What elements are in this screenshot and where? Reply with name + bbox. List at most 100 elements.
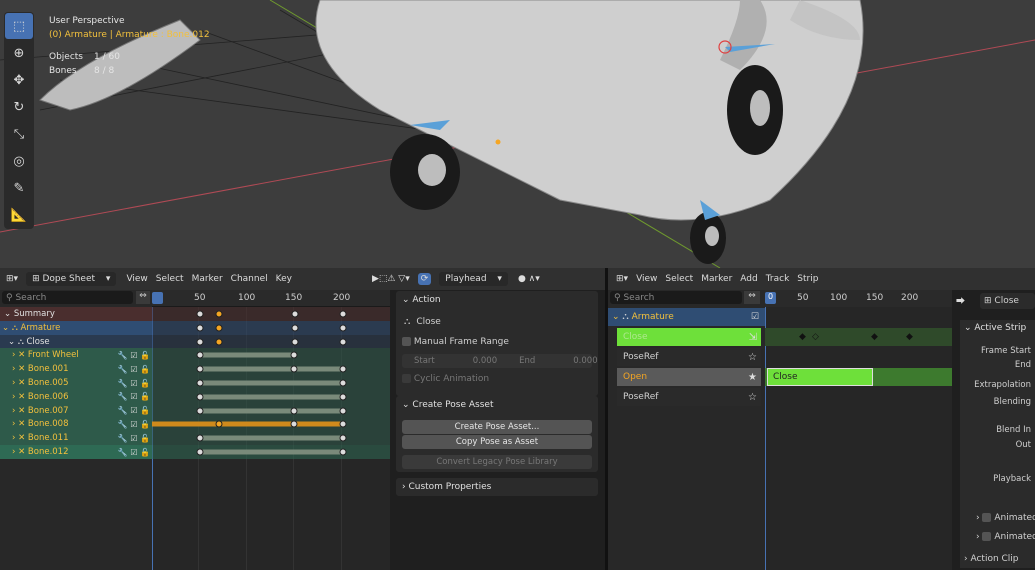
strip-tab-icon[interactable]: ⮕ bbox=[956, 294, 965, 307]
keyframe[interactable] bbox=[215, 324, 223, 332]
keyframe[interactable] bbox=[339, 379, 347, 387]
channel-row[interactable]: › ✕ Bone.006 🔧 ☑ 🔓 bbox=[0, 389, 152, 404]
manual-frame-range-checkbox[interactable]: Manual Frame Range bbox=[402, 337, 509, 347]
keyframe[interactable] bbox=[196, 351, 204, 359]
solo-star-icon-2[interactable]: ☆ bbox=[748, 392, 757, 403]
nla-menu-track[interactable]: Track bbox=[766, 274, 790, 284]
channel-toggle-icons[interactable]: 🔧 ☑ 🔓 bbox=[118, 351, 150, 360]
channel-toggle-icons[interactable]: 🔧 ☑ 🔓 bbox=[118, 406, 150, 415]
keyframe[interactable] bbox=[290, 420, 298, 428]
action-clip-section[interactable]: › Action Clip bbox=[960, 550, 1035, 568]
keyframe[interactable] bbox=[196, 407, 204, 414]
copy-pose-asset-button[interactable]: Copy Pose as Asset bbox=[402, 435, 592, 449]
swap-icon[interactable]: ⇔ bbox=[136, 291, 150, 304]
channel-toggle-icons[interactable]: 🔧 ☑ 🔓 bbox=[118, 379, 150, 388]
playhead-dropdown[interactable]: Playhead ▾ bbox=[439, 272, 508, 286]
keyframe[interactable] bbox=[291, 324, 299, 332]
channel-row[interactable]: › ✕ Bone.001 🔧 ☑ 🔓 bbox=[0, 362, 152, 377]
channel-row[interactable]: ⌄ ⛬ Armature bbox=[0, 320, 152, 335]
transform-icon[interactable]: ◎ bbox=[5, 148, 33, 174]
keyframe[interactable] bbox=[339, 324, 347, 332]
nla-frame-indicator[interactable]: 0 bbox=[765, 292, 776, 304]
channel-row[interactable]: › ✕ Bone.012 🔧 ☑ 🔓 bbox=[0, 445, 152, 459]
nla-menu-strip[interactable]: Strip bbox=[797, 274, 818, 284]
channel-row[interactable]: › ✕ Bone.008 🔧 ☑ 🔓 bbox=[0, 417, 152, 432]
3d-viewport[interactable]: ⬚ ⊕ ✥ ↻ ⤡ ◎ ✎ 📐 User Perspective (0) Arm… bbox=[0, 0, 1035, 268]
keyframe[interactable] bbox=[339, 407, 347, 414]
action-name-row[interactable]: ⛬ Close bbox=[404, 317, 441, 327]
keyframe[interactable] bbox=[290, 351, 298, 359]
scale-icon[interactable]: ⤡ bbox=[5, 121, 33, 147]
pose-asset-section-header[interactable]: ⌄ Create Pose Asset bbox=[396, 396, 598, 414]
animated-influence-row[interactable]: › Animated bbox=[976, 513, 1035, 523]
keyframe[interactable] bbox=[339, 420, 347, 428]
keyframe[interactable] bbox=[196, 393, 204, 401]
solo-star-icon[interactable]: ☆ bbox=[748, 352, 757, 363]
channel-row[interactable]: › ✕ Bone.005 🔧 ☑ 🔓 bbox=[0, 376, 152, 390]
filter-icons[interactable]: ▶⬚⚠ ▽▾ bbox=[372, 274, 410, 284]
menu-key[interactable]: Key bbox=[276, 274, 292, 284]
measure-icon[interactable]: 📐 bbox=[5, 202, 33, 228]
keyframe[interactable] bbox=[339, 310, 347, 318]
channel-row[interactable]: › ✕ Bone.011 🔧 ☑ 🔓 bbox=[0, 431, 152, 446]
push-down-icon[interactable]: ⇲ bbox=[749, 332, 757, 343]
nla-strip-close[interactable]: Close bbox=[767, 368, 873, 386]
nla-ruler[interactable]: 0 50 100 150 200 bbox=[765, 290, 952, 307]
nla-object-row[interactable]: ⌄ ⛬ Armature ☑ bbox=[608, 308, 765, 326]
keyframe[interactable] bbox=[196, 448, 204, 456]
nla-search-input[interactable]: ⚲ Search bbox=[610, 291, 742, 304]
menu-marker[interactable]: Marker bbox=[192, 274, 223, 284]
nla-menu-add[interactable]: Add bbox=[740, 274, 757, 284]
editor-type-icon[interactable]: ⊞▾ bbox=[6, 274, 18, 284]
keyframe[interactable] bbox=[215, 338, 223, 345]
nla-timeline[interactable]: Close ◆ ◇ ◆ ◆ bbox=[765, 307, 952, 570]
keyframe[interactable] bbox=[339, 338, 347, 345]
active-strip-header[interactable]: ⌄ Active Strip bbox=[964, 323, 1026, 333]
keyframe[interactable] bbox=[196, 434, 204, 442]
channel-toggle-icons[interactable]: 🔧 ☑ 🔓 bbox=[118, 448, 150, 457]
channel-row[interactable]: ⌄ ⛬ Close bbox=[0, 334, 152, 349]
menu-select[interactable]: Select bbox=[156, 274, 184, 284]
nla-menu-select[interactable]: Select bbox=[665, 274, 693, 284]
snap-icon[interactable]: ● ∧▾ bbox=[518, 274, 540, 284]
channel-toggle-icons[interactable]: 🔧 ☑ 🔓 bbox=[118, 365, 150, 374]
keyframe[interactable] bbox=[196, 365, 204, 373]
nla-track-poseref-2[interactable]: PoseRef ☆ bbox=[617, 388, 761, 406]
keyframe[interactable] bbox=[196, 338, 204, 345]
keyframe[interactable] bbox=[290, 365, 298, 373]
channel-toggle-icons[interactable]: 🔧 ☑ 🔓 bbox=[118, 392, 150, 401]
nla-object-checkbox[interactable]: ☑ bbox=[751, 312, 759, 322]
keyframe[interactable] bbox=[339, 448, 347, 456]
dopesheet-ruler[interactable]: 50 100 150 200 bbox=[152, 290, 390, 307]
nla-menu-view[interactable]: View bbox=[636, 274, 657, 284]
channel-row[interactable]: › ✕ Front Wheel 🔧 ☑ 🔓 bbox=[0, 348, 152, 363]
nla-track-poseref-1[interactable]: PoseRef ☆ bbox=[617, 348, 761, 366]
nla-track-open[interactable]: Open ★ bbox=[617, 368, 761, 386]
keyframe[interactable] bbox=[339, 434, 347, 442]
select-box-icon[interactable]: ⬚ bbox=[5, 13, 33, 39]
keyframe[interactable] bbox=[196, 310, 204, 318]
nla-action-track[interactable]: Close ⇲ bbox=[617, 328, 761, 346]
mode-dropdown[interactable]: ⊞ Dope Sheet ▾ bbox=[26, 272, 117, 286]
create-pose-asset-button[interactable]: Create Pose Asset... bbox=[402, 420, 592, 434]
keyframe[interactable] bbox=[339, 393, 347, 401]
strip-name-field[interactable]: ⊞ Close bbox=[980, 293, 1035, 309]
keyframe[interactable] bbox=[196, 379, 204, 387]
playhead-marker[interactable] bbox=[152, 292, 163, 304]
keyframe[interactable] bbox=[291, 310, 299, 318]
keyframe[interactable] bbox=[290, 407, 298, 414]
nla-editor-type-icon[interactable]: ⊞▾ bbox=[616, 274, 628, 284]
move-icon[interactable]: ✥ bbox=[5, 67, 33, 93]
channel-row[interactable]: › ✕ Bone.007 🔧 ☑ 🔓 bbox=[0, 403, 152, 418]
animated-time-row[interactable]: › Animated bbox=[976, 532, 1035, 542]
nla-expand-icon[interactable]: ⌄ bbox=[612, 312, 622, 322]
solo-star-active-icon[interactable]: ★ bbox=[748, 372, 757, 383]
cursor-icon[interactable]: ⊕ bbox=[5, 40, 33, 66]
keyframe[interactable] bbox=[196, 324, 204, 332]
channel-row[interactable]: ⌄ Summary bbox=[0, 307, 152, 321]
annotate-icon[interactable]: ✎ bbox=[5, 175, 33, 201]
menu-view[interactable]: View bbox=[126, 274, 147, 284]
keyframe[interactable] bbox=[215, 310, 223, 318]
keyframe[interactable] bbox=[215, 420, 223, 428]
channel-toggle-icons[interactable]: 🔧 ☑ 🔓 bbox=[118, 434, 150, 443]
